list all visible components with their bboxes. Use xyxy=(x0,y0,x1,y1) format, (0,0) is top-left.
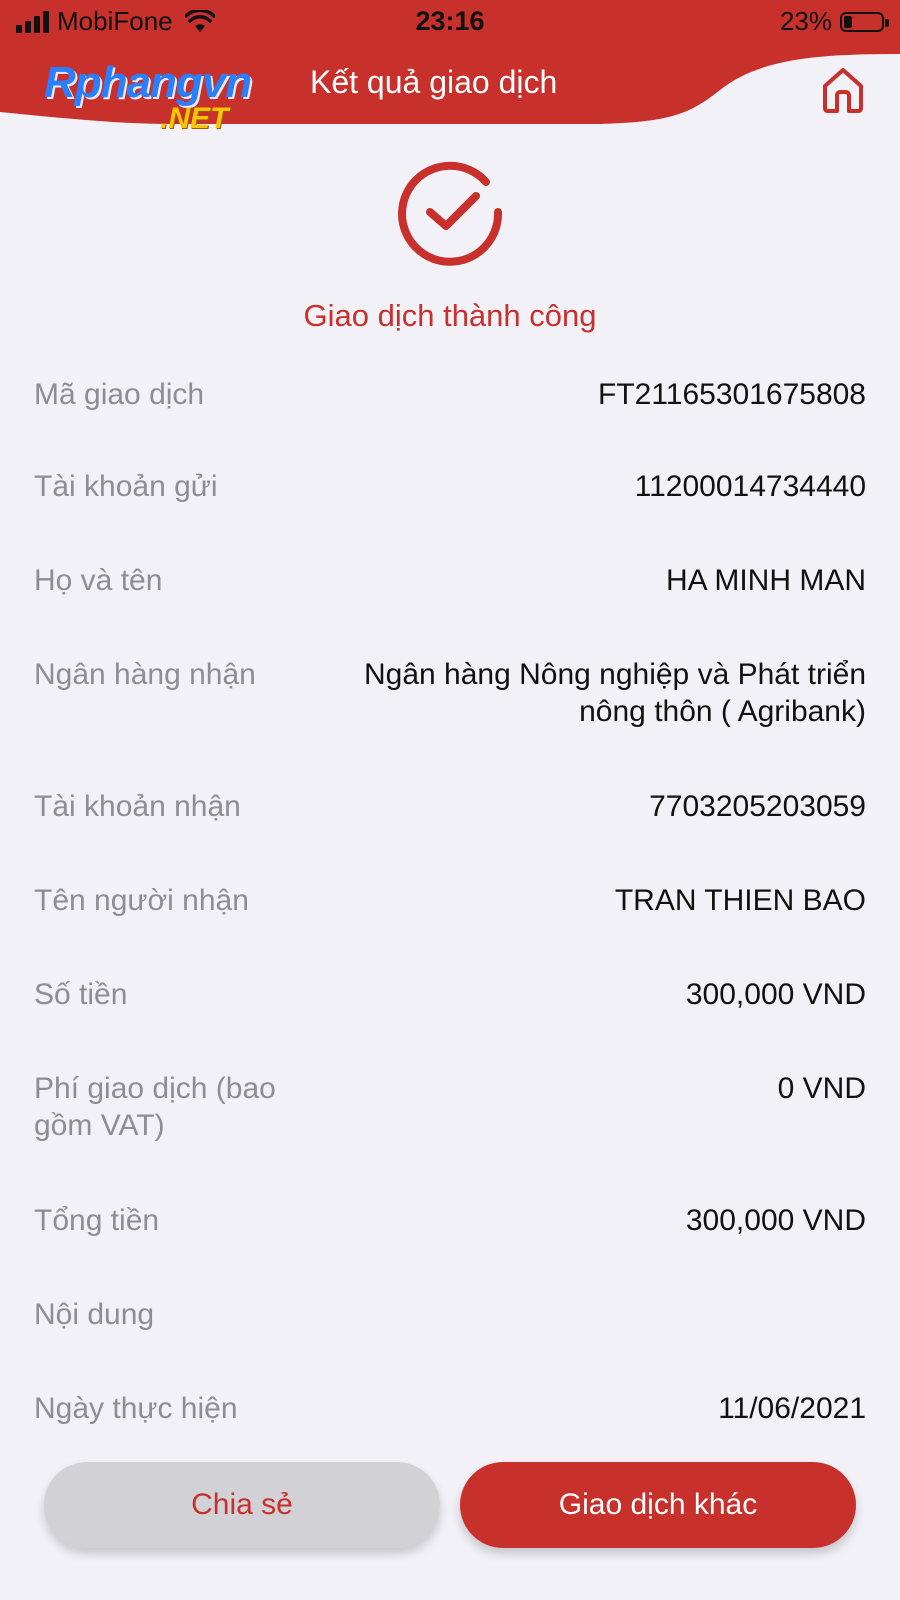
share-button[interactable]: Chia sẻ xyxy=(44,1462,440,1548)
detail-label: Mã giao dịch xyxy=(34,378,205,411)
logo: Rphangvn .NET xyxy=(44,58,314,138)
detail-label: Phí giao dịch (bao gồm VAT) xyxy=(34,1072,276,1142)
detail-value: 0 VND xyxy=(777,1072,866,1105)
detail-label: Họ và tên xyxy=(34,564,163,597)
detail-label: Tổng tiền xyxy=(34,1204,160,1237)
detail-label: Tài khoản gửi xyxy=(34,470,218,503)
logo-main-text: Rphangvn xyxy=(44,58,252,107)
page-title: Kết quả giao dịch xyxy=(310,64,558,100)
home-icon[interactable] xyxy=(818,64,868,116)
status-message: Giao dịch thành công xyxy=(303,298,597,333)
other-transaction-button[interactable]: Giao dịch khác xyxy=(460,1462,856,1548)
detail-value: Ngân hàng Nông nghiệp và Phát triển nông… xyxy=(363,658,866,728)
check-circle-icon xyxy=(398,161,503,266)
detail-label: Tài khoản nhận xyxy=(34,790,241,823)
detail-value: TRAN THIEN BAO xyxy=(614,884,866,917)
detail-label: Tên người nhận xyxy=(34,884,249,917)
detail-label: Số tiền xyxy=(34,978,128,1011)
logo-suffix-text: .NET xyxy=(160,102,229,135)
detail-label: Ngày thực hiện xyxy=(34,1392,238,1425)
detail-value: HA MINH MAN xyxy=(665,564,866,597)
detail-value: 300,000 VND xyxy=(685,978,866,1011)
battery-level xyxy=(844,15,853,28)
clock: 23:16 xyxy=(415,6,485,36)
detail-value: 11/06/2021 xyxy=(718,1392,866,1425)
detail-value: FT21165301675808 xyxy=(597,378,866,411)
detail-value: 7703205203059 xyxy=(649,790,866,823)
detail-value: 11200014734440 xyxy=(634,470,866,503)
status-bar: MobiFone 23:16 23% xyxy=(0,0,900,46)
detail-label: Nội dung xyxy=(34,1298,155,1331)
battery-percent: 23% xyxy=(779,6,832,36)
detail-label: Ngân hàng nhận xyxy=(34,658,256,691)
battery-icon xyxy=(840,11,889,32)
detail-value: 300,000 VND xyxy=(685,1204,866,1237)
